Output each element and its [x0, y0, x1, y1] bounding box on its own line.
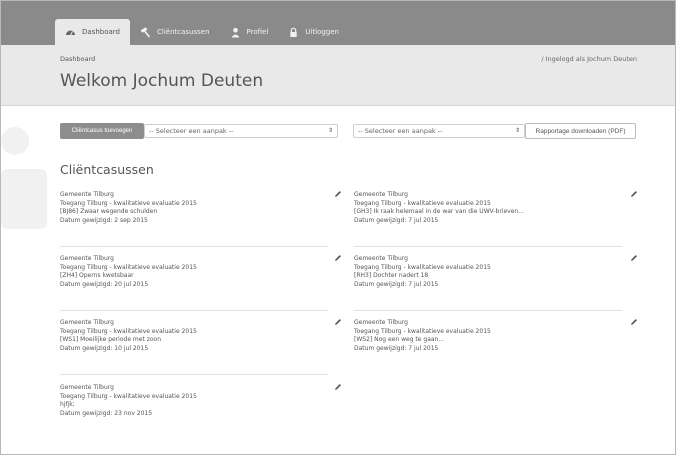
card-divider: [354, 310, 622, 311]
approach-select-left[interactable]: -- Selecteer een aanpak -- ⇕: [144, 124, 338, 138]
case-project: Toegang Tilburg - kwalitatieve evaluatie…: [354, 199, 491, 207]
case-org: Gemeente Tilburg: [60, 255, 114, 262]
case-date: Datum gewijzigd: 2 sep 2015: [60, 217, 148, 225]
case-project: Toegang Tilburg - kwalitatieve evaluatie…: [60, 327, 197, 335]
case-date: Datum gewijzigd: 20 jul 2015: [60, 281, 149, 289]
case-date: Datum gewijzigd: 7 jul 2015: [354, 217, 439, 225]
select-caret-icon: ⇕: [327, 127, 333, 134]
case-org: Gemeente Tilburg: [60, 319, 114, 326]
section-title: Cliëntcasussen: [60, 162, 154, 177]
nav-profiel[interactable]: Profiel: [220, 19, 279, 45]
edit-pencil-icon[interactable]: [334, 383, 342, 391]
case-card[interactable]: Gemeente Tilburg Toegang Tilburg - kwali…: [60, 190, 344, 247]
case-date: Datum gewijzigd: 7 jul 2015: [354, 345, 439, 353]
top-navbar: Dashboard Cliëntcasussen Profiel Uitlogg…: [1, 1, 675, 45]
nav-uitloggen-label: Uitloggen: [305, 28, 339, 36]
case-card[interactable]: Gemeente Tilburg Toegang Tilburg - kwali…: [354, 319, 638, 354]
case-card[interactable]: Gemeente Tilburg Toegang Tilburg - kwali…: [354, 254, 638, 311]
page-header: Dashboard / Ingelogd als Jochum Deuten W…: [1, 45, 675, 106]
edit-pencil-icon[interactable]: [334, 254, 342, 262]
case-title[interactable]: hjfjk;: [60, 401, 344, 410]
app-window: Dashboard Cliëntcasussen Profiel Uitlogg…: [0, 0, 676, 455]
edit-pencil-icon[interactable]: [334, 318, 342, 326]
case-project: Toegang Tilburg - kwalitatieve evaluatie…: [60, 263, 197, 271]
case-card[interactable]: Gemeente Tilburg Toegang Tilburg - kwali…: [60, 254, 344, 311]
case-date: Datum gewijzigd: 10 jul 2015: [60, 345, 149, 353]
nav-profiel-label: Profiel: [246, 28, 269, 36]
page-title: Welkom Jochum Deuten: [60, 71, 264, 91]
add-case-button[interactable]: Cliëntcasus toevoegen: [60, 123, 144, 139]
nav-uitloggen[interactable]: Uitloggen: [278, 19, 349, 45]
case-title[interactable]: [WS2] Nog een weg te gaan...: [354, 336, 638, 345]
case-org: Gemeente Tilburg: [354, 255, 408, 262]
case-org: Gemeente Tilburg: [354, 191, 408, 198]
case-project: Toegang Tilburg - kwalitatieve evaluatie…: [354, 263, 491, 271]
case-title[interactable]: [WS1] Moeilijke periode met zoon: [60, 336, 344, 345]
hammer-icon: [140, 26, 151, 38]
case-card[interactable]: Gemeente Tilburg Toegang Tilburg - kwali…: [354, 190, 638, 247]
download-pdf-button[interactable]: Rapportage downloaden (PDF): [525, 123, 636, 139]
case-title[interactable]: [RH3] Dochter nadert 18: [354, 272, 638, 281]
card-divider: [60, 374, 328, 375]
case-project: Toegang Tilburg - kwalitatieve evaluatie…: [354, 327, 491, 335]
approach-select-right[interactable]: -- Selecteer een aanpak -- ⇕: [353, 124, 525, 138]
card-divider: [60, 246, 328, 247]
dashboard-icon: [65, 27, 76, 38]
case-date: Datum gewijzigd: 7 jul 2015: [354, 281, 439, 289]
case-card[interactable]: Gemeente Tilburg Toegang Tilburg - kwali…: [60, 384, 344, 419]
case-date: Datum gewijzigd: 23 nov 2015: [60, 410, 153, 418]
case-project: Toegang Tilburg - kwalitatieve evaluatie…: [60, 199, 197, 207]
edit-pencil-icon[interactable]: [630, 318, 638, 326]
case-org: Gemeente Tilburg: [60, 384, 114, 391]
nav-clientcasussen[interactable]: Cliëntcasussen: [130, 19, 220, 45]
approach-select-left-value: -- Selecteer een aanpak --: [149, 127, 234, 135]
watermark-logo: [1, 127, 47, 229]
breadcrumb[interactable]: Dashboard: [60, 55, 95, 63]
nav-clientcasussen-label: Cliëntcasussen: [156, 28, 210, 36]
case-org: Gemeente Tilburg: [60, 191, 114, 198]
case-org: Gemeente Tilburg: [354, 319, 408, 326]
select-caret-icon: ⇕: [514, 127, 520, 134]
case-title[interactable]: [GH3] Ik raak helemaal in de war van die…: [354, 208, 638, 217]
edit-pencil-icon[interactable]: [630, 190, 638, 198]
edit-pencil-icon[interactable]: [334, 190, 342, 198]
card-divider: [354, 246, 622, 247]
user-icon: [230, 27, 241, 38]
case-title[interactable]: [ZH4] Operns kwetsbaar: [60, 272, 344, 281]
case-project: Toegang Tilburg - kwalitatieve evaluatie…: [60, 392, 197, 400]
main-nav: Dashboard Cliëntcasussen Profiel Uitlogg…: [55, 19, 349, 45]
case-card[interactable]: Gemeente Tilburg Toegang Tilburg - kwali…: [60, 318, 344, 375]
edit-pencil-icon[interactable]: [630, 254, 638, 262]
nav-dashboard[interactable]: Dashboard: [55, 19, 130, 45]
nav-dashboard-label: Dashboard: [82, 28, 120, 36]
card-divider: [60, 310, 328, 311]
logged-in-label: / Ingelogd als Jochum Deuten: [541, 55, 637, 63]
case-title[interactable]: [BJ86] Zwaar wegende schulden: [60, 208, 344, 217]
lock-icon: [288, 27, 299, 38]
approach-select-right-value: -- Selecteer een aanpak --: [358, 127, 443, 135]
